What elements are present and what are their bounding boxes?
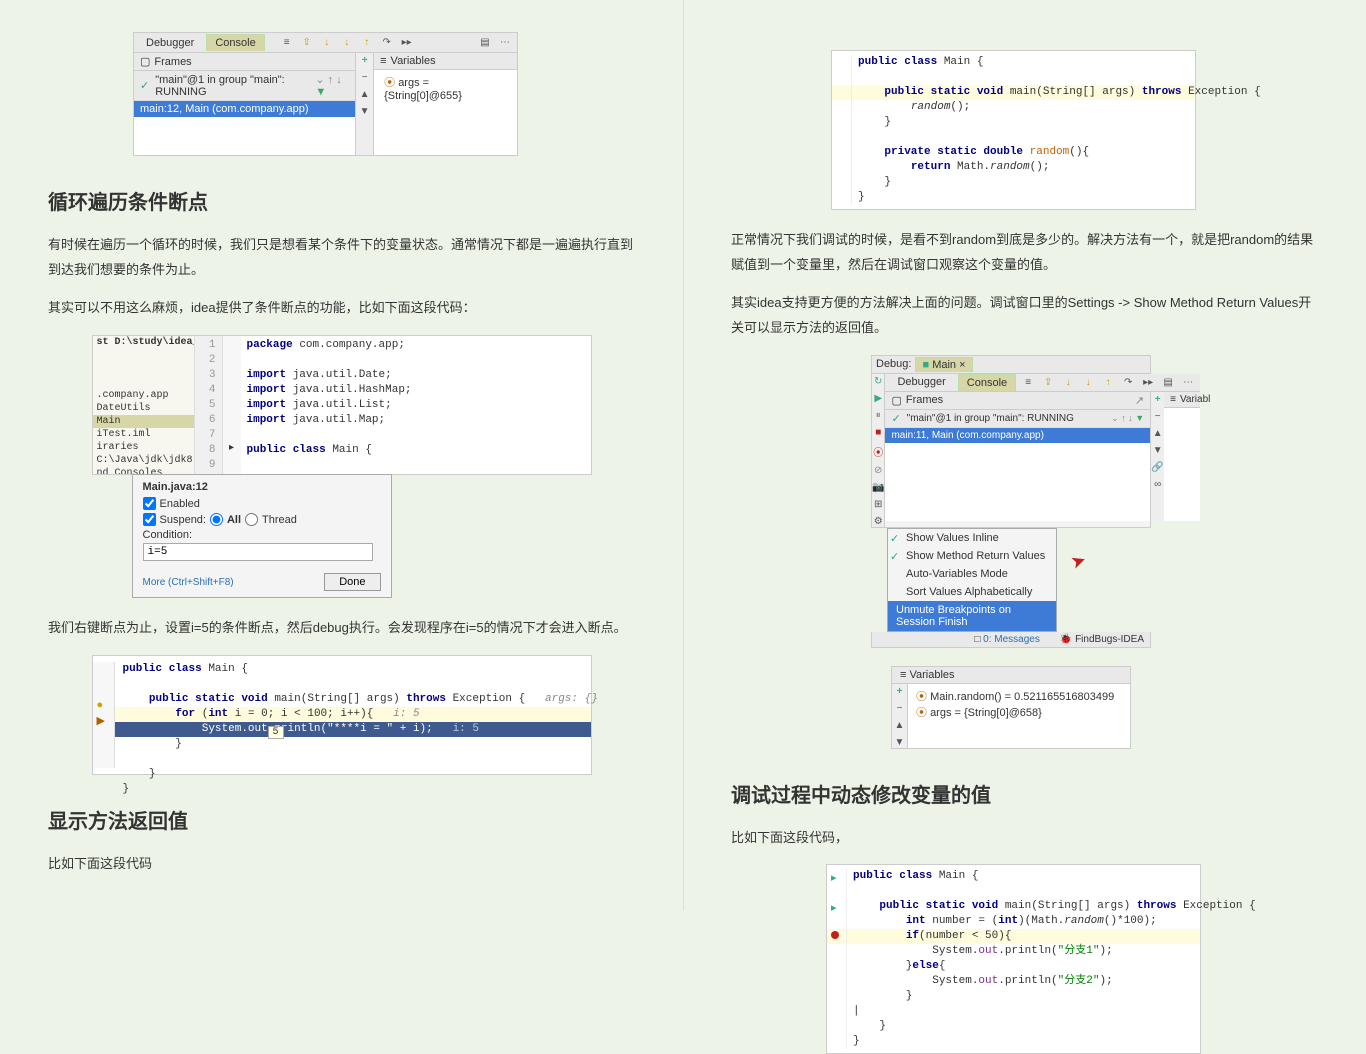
breakpoint-icon[interactable] (831, 931, 839, 943)
pause-icon[interactable]: ⏸ (876, 410, 881, 421)
stack-frame-selected[interactable]: main:12, Main (com.company.app) (134, 101, 355, 117)
bp-condition-input[interactable] (143, 543, 373, 561)
var-args-2[interactable]: ⦿ args = {String[0]@658} (916, 704, 1122, 720)
paragraph: 有时候在遍历一个循环的时候，我们只是想看某个条件下的变量状态。通常情况下都是一遍… (48, 233, 635, 282)
bp-condition-label: Condition: (143, 529, 381, 541)
heading-loop-breakpoint: 循环遍历条件断点 (48, 186, 635, 215)
paragraph: 其实可以不用这么麻烦，idea提供了条件断点的功能，比如下面这段代码： (48, 296, 635, 321)
paragraph: 我们右键断点为止，设置i=5的条件断点，然后debug执行。会发现程序在i=5的… (48, 616, 635, 641)
step-icon-1[interactable]: ⇪ (299, 35, 315, 51)
menu-auto-vars[interactable]: Auto-Variables Mode (888, 565, 1056, 583)
gutter-icons: ▸▸ (223, 336, 241, 474)
code-editor-block-1: st D:\study\idea_workspace\... .company.… (92, 335, 592, 598)
thread-row[interactable]: ✓ "main"@1 in group "main": RUNNING ⌄ ↑ … (134, 71, 355, 101)
exec-pointer-icon: ▶ (97, 714, 105, 728)
bp-suspend-row[interactable]: Suspend: All Thread (143, 513, 381, 526)
var-return-value[interactable]: ⦿ Main.random() = 0.521165516803499 (916, 688, 1122, 704)
tab-console-2[interactable]: Console (958, 374, 1016, 391)
debugger-panel-1: Debugger Console ≡ ⇪ ↓ ↓ ↑ ↷ ▸▸ ▤ ⋯ ▢ Fr… (133, 32, 518, 156)
status-bar: □ 0: Messages 🐞 FindBugs-IDEA (871, 632, 1151, 648)
frames-header: ▢ Frames (134, 53, 355, 71)
tree-path: st D:\study\idea_workspace\... (93, 336, 194, 349)
heading-return-value: 显示方法返回值 (48, 805, 635, 834)
layout-icon[interactable]: ⊞ (874, 499, 882, 510)
var-args[interactable]: args = {String[0]@655} (384, 77, 462, 102)
settings-icon[interactable]: ⚙ (874, 516, 883, 527)
tab-console[interactable]: Console (206, 34, 264, 51)
breakpoint-popup: Main.java:12 Enabled Suspend: All Thread… (132, 474, 392, 598)
code-area[interactable]: package com.company.app; import java.uti… (241, 336, 591, 474)
menu-unmute-bp[interactable]: Unmute Breakpoints on Session Finish (888, 601, 1056, 631)
step-icon-2[interactable]: ↓ (319, 35, 335, 51)
step-icon-5[interactable]: ↷ (379, 35, 395, 51)
resume-icon[interactable]: ▶ (874, 393, 882, 404)
tab-debugger-2[interactable]: Debugger (889, 374, 953, 390)
debug-label: Debug: (876, 358, 911, 370)
value-tooltip: 5 (268, 726, 284, 739)
debug-settings-menu: Show Values Inline Show Method Return Va… (887, 528, 1057, 632)
minus-icon[interactable]: − (362, 72, 368, 83)
paragraph: 比如下面这段代码 (48, 852, 635, 877)
run-gutter-icon: ▸ (831, 901, 837, 915)
bp-more-link[interactable]: More (Ctrl+Shift+F8) (143, 577, 234, 588)
variables-header: ≡ Variables (374, 53, 517, 70)
menu-show-return-values[interactable]: Show Method Return Values ➤ (888, 547, 1056, 565)
cursor-icon[interactable]: ▸▸ (399, 35, 415, 51)
stack-frame-2[interactable]: main:11, Main (com.company.app) (885, 428, 1150, 443)
run-gutter-icon: ▸ (831, 871, 837, 885)
bp-view-icon[interactable]: ⦿ (873, 444, 883, 459)
frames-header-2: ▢ Frames↗ (885, 392, 1150, 410)
breakpoint-indicator-icon: ● (97, 700, 104, 712)
down-icon[interactable]: ▼ (360, 106, 370, 117)
paragraph: 其实idea支持更方便的方法解决上面的问题。调试窗口里的Settings -> … (731, 291, 1318, 340)
bp-title: Main.java:12 (143, 481, 381, 493)
heading-modify-var: 调试过程中动态修改变量的值 (731, 779, 1318, 808)
mute-icon[interactable]: ⊘ (874, 465, 882, 476)
add-icon[interactable]: + (362, 55, 368, 66)
more-icon[interactable]: ⋯ (497, 35, 513, 51)
thread-row-2[interactable]: ✓ "main"@1 in group "main": RUNNING ⌄ ↑ … (885, 410, 1150, 428)
step-icon-3[interactable]: ↓ (339, 35, 355, 51)
stop-icon[interactable]: ■ (875, 427, 881, 438)
step-icon-4[interactable]: ↑ (359, 35, 375, 51)
list-icon[interactable]: ≡ (279, 35, 295, 51)
variables-result-panel: ≡ Variables +−▲▼ ⦿ Main.random() = 0.521… (891, 666, 1131, 749)
debugger-panel-2: Debug: ■ Main × ↻ ▶ ⏸ ■ ⦿ ⊘ 📷 ⊞ ⚙ Deb (871, 355, 1151, 648)
line-gutter: 123456789101112 (195, 336, 223, 474)
bp-done-button[interactable]: Done (324, 573, 380, 591)
bp-enabled-checkbox[interactable]: Enabled (143, 497, 381, 510)
running-code-block: ● ▶ public class Main { public static vo… (92, 655, 592, 775)
tab-debugger[interactable]: Debugger (138, 35, 202, 51)
highlight-arrow-icon: ➤ (1068, 549, 1089, 574)
paragraph: 比如下面这段代码， (731, 826, 1318, 851)
rerun-icon[interactable]: ↻ (874, 376, 882, 387)
code-snippet-branch: ▸ ▸ public class Main { public static vo… (826, 864, 1201, 1054)
up-icon[interactable]: ▲ (360, 89, 370, 100)
calc-icon[interactable]: ▤ (477, 35, 493, 51)
menu-sort-alpha[interactable]: Sort Values Alphabetically (888, 583, 1056, 601)
project-tree[interactable]: st D:\study\idea_workspace\... .company.… (93, 336, 195, 474)
code-snippet-random: public class Main { public static void m… (831, 50, 1196, 210)
menu-show-values-inline[interactable]: Show Values Inline (888, 529, 1056, 547)
camera-icon[interactable]: 📷 (872, 482, 884, 493)
debug-main-tab[interactable]: ■ Main × (915, 357, 972, 372)
paragraph: 正常情况下我们调试的时候，是看不到random到底是多少的。解决方法有一个，就是… (731, 228, 1318, 277)
